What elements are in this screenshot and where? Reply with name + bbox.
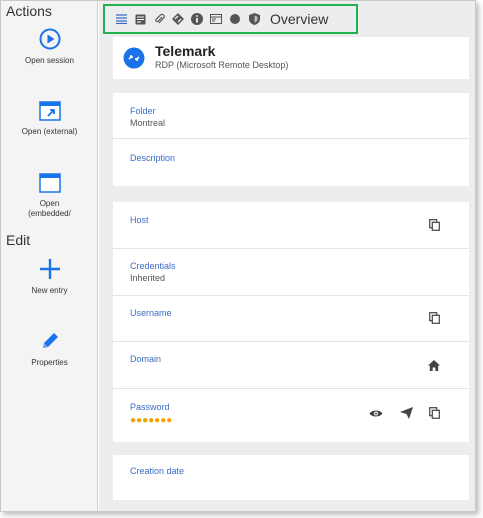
attachment-icon[interactable] — [153, 13, 165, 25]
properties-label: Properties — [31, 358, 68, 367]
folder-field: Folder Montreal — [113, 93, 469, 139]
copy-icon[interactable] — [427, 218, 441, 232]
home-icon[interactable] — [427, 358, 441, 372]
open-session-button[interactable]: Open session — [1, 28, 98, 66]
embedded-window-icon — [38, 173, 61, 193]
creation-date-field: Creation date — [113, 455, 469, 500]
overview-toolbar: Overview — [103, 4, 358, 34]
shield-icon[interactable] — [248, 13, 260, 25]
entry-header: Telemark RDP (Microsoft Remote Desktop) — [113, 37, 469, 79]
credentials-value: Inherited — [130, 273, 166, 283]
app-window: Actions Open session Open (external) Ope… — [0, 0, 476, 512]
pencil-icon — [39, 330, 61, 352]
open-external-label: Open (external) — [21, 127, 78, 136]
notes-icon[interactable] — [134, 13, 146, 25]
open-external-button[interactable]: Open (external) — [1, 101, 98, 137]
host-label: Host — [130, 215, 149, 225]
entry-name: Telemark — [155, 43, 216, 59]
list-icon[interactable] — [115, 13, 127, 25]
folder-value: Montreal — [130, 118, 166, 128]
macro-icon[interactable] — [172, 13, 184, 25]
overview-tab-title[interactable]: Overview — [270, 11, 328, 27]
copy-icon[interactable] — [427, 311, 441, 325]
host-field: Host — [113, 202, 469, 249]
general-card: Folder Montreal Description — [113, 93, 469, 186]
credentials-field: Credentials Inherited — [113, 249, 469, 296]
username-field: Username — [113, 296, 469, 342]
send-icon[interactable] — [399, 406, 413, 420]
folder-label: Folder — [130, 106, 156, 116]
domain-field: Domain — [113, 342, 469, 389]
actions-section-label: Actions — [6, 3, 52, 19]
description-label: Description — [130, 153, 176, 163]
username-label: Username — [130, 308, 172, 318]
credentials-label: Credentials — [130, 261, 176, 271]
properties-button[interactable]: Properties — [1, 330, 98, 368]
new-entry-button[interactable]: New entry — [1, 258, 98, 296]
play-icon — [39, 28, 61, 50]
plus-icon — [39, 258, 61, 280]
entry-type: RDP (Microsoft Remote Desktop) — [155, 60, 289, 70]
metadata-card: Creation date — [113, 455, 469, 500]
edit-section-label: Edit — [6, 232, 31, 248]
status-dot-icon[interactable] — [229, 13, 241, 25]
external-window-icon — [38, 101, 61, 121]
description-field: Description — [113, 139, 469, 186]
rdp-icon — [123, 47, 145, 69]
eye-icon[interactable] — [369, 406, 383, 420]
info-icon[interactable] — [191, 13, 203, 25]
open-session-label: Open session — [25, 56, 74, 65]
password-label: Password — [130, 402, 170, 412]
domain-label: Domain — [130, 354, 162, 364]
password-field: Password ●●●●●●● — [113, 389, 469, 442]
open-embedded-button[interactable]: Open (embedded/ — [1, 173, 98, 219]
password-mask: ●●●●●●● — [130, 415, 173, 426]
copy-icon[interactable] — [427, 406, 441, 420]
open-embedded-label: Open (embedded/ — [28, 199, 71, 218]
main-panel: Overview Telemark RDP (Microsoft Remote … — [99, 1, 475, 511]
connection-card: Host Credentials Inherited Username Doma… — [113, 202, 469, 442]
window-icon[interactable] — [210, 13, 222, 25]
actions-sidebar: Actions Open session Open (external) Ope… — [1, 1, 98, 511]
creation-date-label: Creation date — [130, 466, 185, 476]
new-entry-label: New entry — [31, 286, 68, 295]
